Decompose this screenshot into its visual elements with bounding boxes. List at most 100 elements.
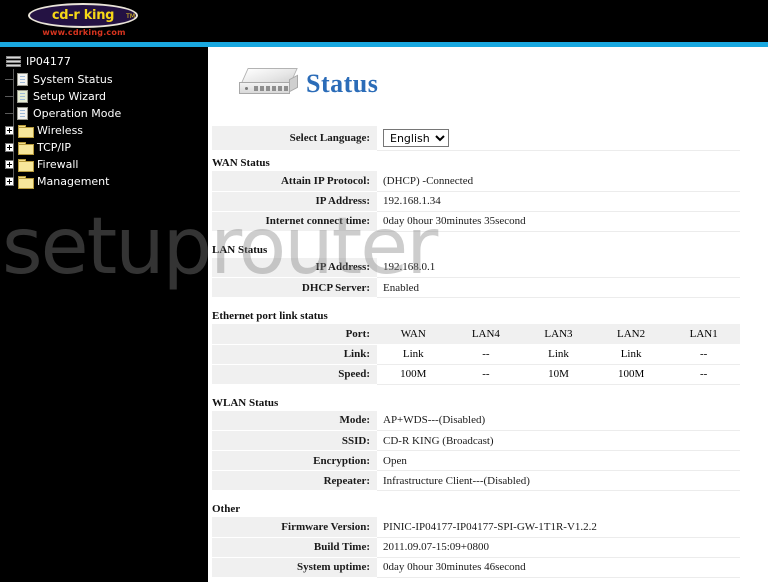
page-icon — [17, 106, 28, 120]
language-select[interactable]: English — [383, 129, 449, 147]
table-row: System uptime: 0day 0hour 30minutes 46se… — [212, 557, 740, 578]
table-row: Build Time: 2011.09.07-15:09+0800 — [212, 537, 740, 558]
sidebar-item-label: Firewall — [37, 157, 79, 171]
cell-speed-lan4: -- — [449, 364, 523, 385]
section-title-other: Other — [212, 503, 241, 515]
device-icon — [6, 56, 21, 67]
sidebar-item-label: Management — [37, 174, 110, 188]
main-content: Status Select Language: English WAN Stat… — [208, 47, 768, 582]
page-title: Status — [306, 68, 379, 98]
row-label: Internet connect time: — [212, 211, 377, 232]
cell-speed-wan: 100M — [377, 364, 450, 385]
cell-port-lan2: LAN2 — [594, 324, 668, 345]
table-row: Select Language: English — [212, 126, 740, 151]
ethernet-status-section: Ethernet port link status Port: WAN LAN4… — [208, 310, 768, 385]
table-row: Internet connect time: 0day 0hour 30minu… — [212, 211, 740, 232]
ethernet-port-table: Port: WAN LAN4 LAN3 LAN2 LAN1 Link: Link… — [212, 324, 740, 385]
sidebar-item-root[interactable]: IP04177 — [0, 54, 208, 69]
section-title-wan: WAN Status — [212, 157, 270, 169]
folder-icon — [18, 124, 34, 138]
cell-port-lan3: LAN3 — [522, 324, 595, 345]
brand-logo[interactable]: cd-r king TM www.cdrking.com — [28, 1, 138, 42]
row-label: SSID: — [212, 430, 377, 451]
table-row: Link: Link -- Link Link -- — [212, 344, 740, 365]
select-language-label: Select Language: — [212, 126, 377, 151]
sidebar-item-label: Operation Mode — [33, 106, 122, 120]
folder-icon — [18, 158, 34, 172]
router-admin-page: cd-r king TM www.cdrking.com IP04177 Sys… — [0, 0, 768, 582]
row-label: Repeater: — [212, 470, 377, 491]
table-row: SSID: CD-R KING (Broadcast) — [212, 430, 740, 451]
lan-status-section: LAN Status IP Address: 192.168.0.1 DHCP … — [208, 243, 768, 298]
sidebar-item-management[interactable]: Management — [0, 173, 208, 189]
table-row: Speed: 100M -- 10M 100M -- — [212, 364, 740, 385]
section-title-lan: LAN Status — [212, 243, 268, 256]
other-table: Firmware Version: PINIC-IP04177-IP04177-… — [212, 517, 740, 578]
sidebar-item-label: TCP/IP — [37, 140, 71, 154]
row-value: PINIC-IP04177-IP04177-SPI-GW-1T1R-V1.2.2 — [377, 517, 740, 538]
table-row: Firmware Version: PINIC-IP04177-IP04177-… — [212, 517, 740, 538]
row-value: Infrastructure Client---(Disabled) — [377, 470, 740, 491]
row-value: Open — [377, 450, 740, 471]
wlan-status-section: WLAN Status Mode: AP+WDS---(Disabled) SS… — [208, 396, 768, 491]
sidebar-item-label: Wireless — [37, 123, 84, 137]
plus-icon[interactable] — [5, 125, 14, 135]
row-value: (DHCP) -Connected — [377, 171, 740, 192]
sidebar-item-setup-wizard[interactable]: Setup Wizard — [0, 88, 208, 104]
sidebar-item-wireless[interactable]: Wireless — [0, 122, 208, 138]
sidebar-root-label: IP04177 — [26, 55, 71, 68]
cell-speed-lan2: 100M — [594, 364, 668, 385]
table-row: Encryption: Open — [212, 450, 740, 471]
cell-link-lan2: Link — [594, 344, 668, 365]
row-value: Enabled — [377, 277, 740, 298]
lan-status-table: IP Address: 192.168.0.1 DHCP Server: Ena… — [212, 257, 740, 298]
row-value: CD-R KING (Broadcast) — [377, 430, 740, 451]
row-value: 0day 0hour 30minutes 46second — [377, 557, 740, 578]
wlan-status-table: Mode: AP+WDS---(Disabled) SSID: CD-R KIN… — [212, 410, 740, 491]
row-label: IP Address: — [212, 191, 377, 212]
other-section: Other Firmware Version: PINIC-IP04177-IP… — [208, 503, 768, 578]
wan-status-table: Attain IP Protocol: (DHCP) -Connected IP… — [212, 171, 740, 232]
cell-speed-lan3: 10M — [522, 364, 595, 385]
sidebar-item-system-status[interactable]: System Status — [0, 71, 208, 87]
row-label: Link: — [212, 344, 377, 365]
row-label: Encryption: — [212, 450, 377, 471]
plus-icon[interactable] — [5, 176, 14, 186]
table-row: Mode: AP+WDS---(Disabled) — [212, 410, 740, 431]
sidebar-nav: IP04177 System Status Setup Wizard Opera… — [0, 47, 208, 582]
sidebar-item-firewall[interactable]: Firewall — [0, 156, 208, 172]
page-header: Status — [208, 47, 768, 109]
row-label: Speed: — [212, 364, 377, 385]
row-value: 2011.09.07-15:09+0800 — [377, 537, 740, 558]
plus-icon[interactable] — [5, 159, 14, 169]
section-title-ethernet: Ethernet port link status — [212, 310, 328, 322]
page-icon — [17, 89, 28, 103]
table-row: Repeater: Infrastructure Client---(Disab… — [212, 470, 740, 491]
sidebar-item-label: System Status — [33, 72, 113, 86]
sidebar-item-operation-mode[interactable]: Operation Mode — [0, 105, 208, 121]
table-row: IP Address: 192.168.1.34 — [212, 191, 740, 212]
row-label: Port: — [212, 324, 377, 345]
cell-link-lan3: Link — [522, 344, 595, 365]
section-title-wlan: WLAN Status — [212, 396, 279, 409]
top-banner: cd-r king TM www.cdrking.com — [0, 0, 768, 42]
language-selector-row: Select Language: English — [212, 126, 740, 151]
plus-icon[interactable] — [5, 142, 14, 152]
table-row: Attain IP Protocol: (DHCP) -Connected — [212, 171, 740, 192]
cell-link-wan: Link — [377, 344, 450, 365]
router-icon — [238, 65, 300, 103]
folder-icon — [18, 141, 34, 155]
cell-link-lan1: -- — [667, 344, 740, 365]
row-label: DHCP Server: — [212, 277, 377, 298]
row-label: System uptime: — [212, 557, 377, 578]
row-value: 192.168.0.1 — [377, 257, 740, 278]
sidebar-item-tcpip[interactable]: TCP/IP — [0, 139, 208, 155]
brand-name: cd-r king — [51, 8, 115, 23]
row-value: 192.168.1.34 — [377, 191, 740, 212]
cell-port-lan4: LAN4 — [449, 324, 523, 345]
row-value: AP+WDS---(Disabled) — [377, 410, 740, 431]
tree-connector — [5, 96, 14, 97]
wan-status-section: WAN Status Attain IP Protocol: (DHCP) -C… — [208, 157, 768, 232]
table-row: Port: WAN LAN4 LAN3 LAN2 LAN1 — [212, 324, 740, 345]
cell-port-wan: WAN — [377, 324, 450, 345]
